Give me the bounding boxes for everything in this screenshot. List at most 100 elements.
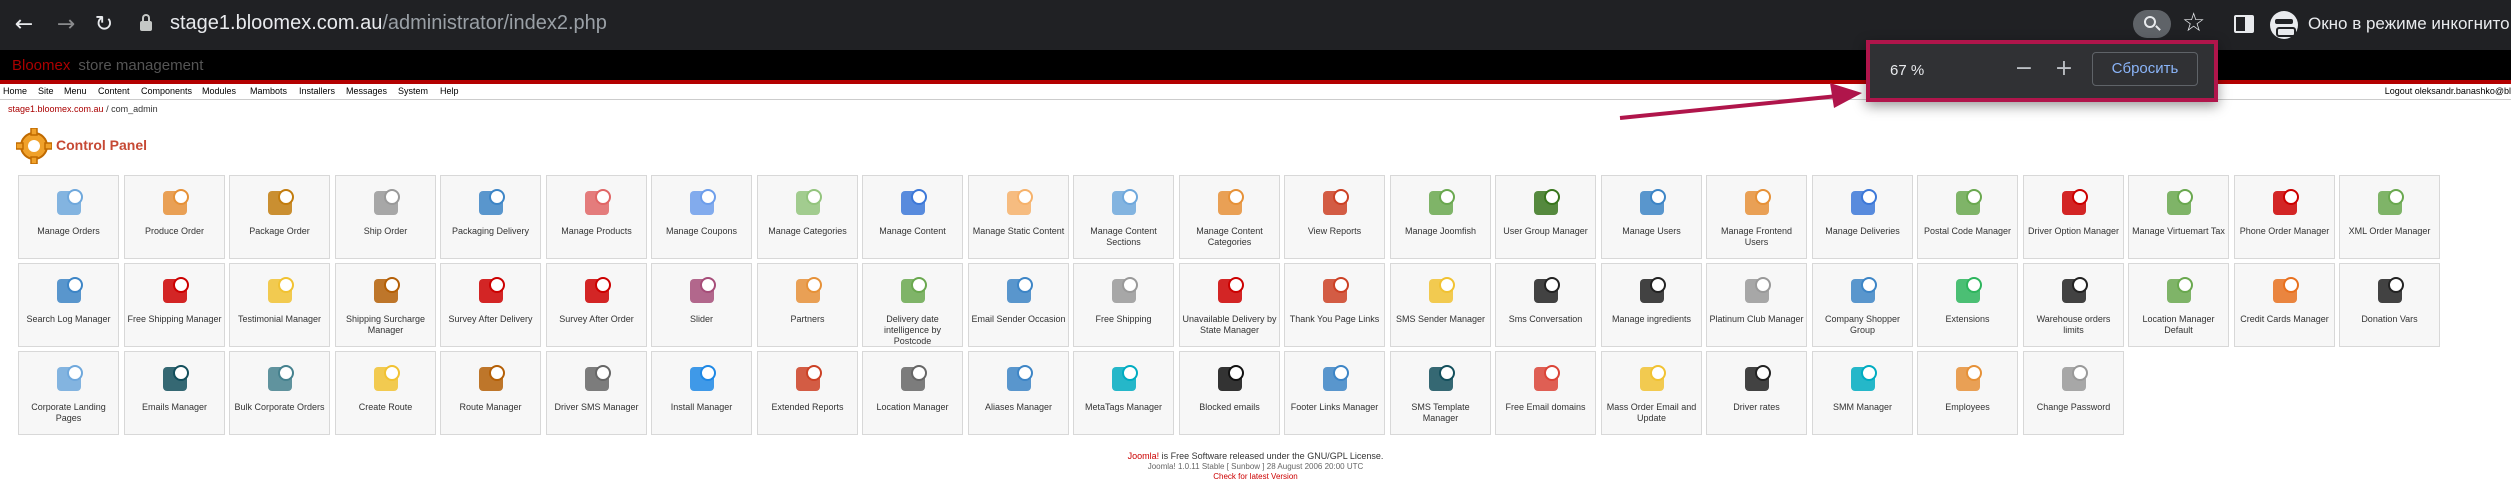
tile-credit-card[interactable]: Credit Cards Manager (2234, 263, 2335, 347)
tile-extensions-phone[interactable]: Extensions (1917, 263, 2018, 347)
tile-emails[interactable]: Emails Manager (124, 351, 225, 435)
menu-content[interactable]: Content (98, 86, 130, 96)
menu-installers[interactable]: Installers (299, 86, 335, 96)
tile-search-log[interactable]: Search Log Manager (18, 263, 119, 347)
tile-metatags[interactable]: MetaTags Manager (1073, 351, 1174, 435)
tile-bulk-orders[interactable]: Bulk Corporate Orders (229, 351, 330, 435)
tile-frontend-users[interactable]: Manage Frontend Users (1706, 175, 1807, 259)
reload-icon[interactable]: ↻ (88, 9, 120, 41)
tile-mass-email[interactable]: Mass Order Email and Update (1601, 351, 1702, 435)
tile-phone[interactable]: Phone Order Manager (2234, 175, 2335, 259)
tile-orders[interactable]: Manage Orders (18, 175, 119, 259)
tile-install[interactable]: Install Manager (651, 351, 752, 435)
menu-home[interactable]: Home (3, 86, 27, 96)
forward-arrow-icon[interactable]: → (50, 9, 82, 41)
logout-link[interactable]: Logout oleksandr.banashko@bl (2385, 86, 2511, 96)
tile-smm[interactable]: SMM Manager (1812, 351, 1913, 435)
tile-corporate[interactable]: Corporate Landing Pages (18, 351, 119, 435)
menu-mambots[interactable]: Mambots (250, 86, 287, 96)
zoom-out-button[interactable]: − (2008, 52, 2040, 86)
tile-label: Search Log Manager (26, 314, 111, 324)
tile-joomfish[interactable]: Manage Joomfish (1390, 175, 1491, 259)
tile-survey-delivery[interactable]: Survey After Delivery (440, 263, 541, 347)
tile-users[interactable]: Manage Users (1601, 175, 1702, 259)
tile-employees[interactable]: Employees (1917, 351, 2018, 435)
tile-categories[interactable]: Manage Categories (757, 175, 858, 259)
address-bar[interactable]: stage1.bloomex.com.au/administrator/inde… (170, 12, 607, 35)
tile-delivery-date[interactable]: Delivery date intelligence by Postcode (862, 263, 963, 347)
menu-system[interactable]: System (398, 86, 428, 96)
tile-link[interactable]: Footer Links Manager (1284, 351, 1385, 435)
tile-content-categories[interactable]: Manage Content Categories (1179, 175, 1280, 259)
tile-platinum-club[interactable]: Platinum Club Manager (1706, 263, 1807, 347)
tile-books[interactable]: Packaging Delivery (440, 175, 541, 259)
tile-company-group[interactable]: Company Shopper Group (1812, 263, 1913, 347)
employees-icon (1956, 365, 1982, 391)
incognito-icon[interactable] (2270, 11, 2298, 39)
tile-calendar[interactable]: Manage Deliveries (1812, 175, 1913, 259)
bookmark-star-icon[interactable]: ☆ (2182, 8, 2205, 38)
tile-reports[interactable]: View Reports (1284, 175, 1385, 259)
handshake-icon (796, 277, 822, 303)
phone-icon (2273, 189, 2299, 215)
tile-slider[interactable]: Slider (651, 263, 752, 347)
tile-static-content[interactable]: Manage Static Content (968, 175, 1069, 259)
tile-blocked-emails[interactable]: Blocked emails (1179, 351, 1280, 435)
tile-products[interactable]: Manage Products (546, 175, 647, 259)
back-arrow-icon[interactable]: ← (8, 9, 40, 41)
menu-messages[interactable]: Messages (346, 86, 387, 96)
tile-handshake[interactable]: Partners (757, 263, 858, 347)
zoom-indicator-icon[interactable] (2133, 10, 2171, 38)
tile-free-shipping[interactable]: Free Shipping Manager (124, 263, 225, 347)
tile-sms-template[interactable]: SMS Template Manager (1390, 351, 1491, 435)
tile-list-circle[interactable]: Donation Vars (2339, 263, 2440, 347)
lock-icon[interactable] (140, 14, 152, 32)
tile-survey-order[interactable]: Survey After Order (546, 263, 647, 347)
tile-checklist[interactable]: Warehouse orders limits (2023, 263, 2124, 347)
tile-pencil[interactable]: Testimonial Manager (229, 263, 330, 347)
tile-route[interactable]: Create Route (335, 351, 436, 435)
tile-car[interactable]: Driver Option Manager (2023, 175, 2124, 259)
menu-components[interactable]: Components (141, 86, 192, 96)
tile-location-default[interactable]: Location Manager Default (2128, 263, 2229, 347)
tile-truck[interactable]: Ship Order (335, 175, 436, 259)
tile-key[interactable]: Change Password (2023, 351, 2124, 435)
menu-help[interactable]: Help (440, 86, 459, 96)
tile-label: Location Manager (876, 402, 949, 412)
tile-thank-you[interactable]: Thank You Page Links (1284, 263, 1385, 347)
tile-dollar[interactable]: Manage Virtuemart Tax (2128, 175, 2229, 259)
metatags-icon (1112, 365, 1138, 391)
tile-content[interactable]: Manage Content (862, 175, 963, 259)
menu-modules[interactable]: Modules (202, 86, 236, 96)
tile-email-sender[interactable]: Email Sender Occasion (968, 263, 1069, 347)
breadcrumb-site[interactable]: stage1.bloomex.com.au (8, 104, 104, 114)
tile-gmail[interactable]: Free Email domains (1495, 351, 1596, 435)
incognito-label[interactable]: Окно в режиме инкогнито (2308, 14, 2510, 34)
side-panel-icon[interactable] (2234, 15, 2254, 33)
footer-joomla-link[interactable]: Joomla! (1128, 451, 1160, 461)
tile-driver-rates[interactable]: Driver rates (1706, 351, 1807, 435)
tile-package[interactable]: Package Order (229, 175, 330, 259)
tile-location[interactable]: Location Manager (862, 351, 963, 435)
footer-check-version-link[interactable]: Check for latest Version (0, 472, 2511, 481)
tile-coupons[interactable]: Manage Coupons (651, 175, 752, 259)
tile-aliases[interactable]: Aliases Manager (968, 351, 1069, 435)
zoom-reset-button[interactable]: Сбросить (2092, 52, 2198, 86)
menu-site[interactable]: Site (38, 86, 54, 96)
tile-ingredients-list[interactable]: Manage ingredients (1601, 263, 1702, 347)
tile-produce-order[interactable]: Produce Order (124, 175, 225, 259)
tile-postal-code[interactable]: Postal Code Manager (1917, 175, 2018, 259)
tile-extended-reports[interactable]: Extended Reports (757, 351, 858, 435)
tile-user-group[interactable]: User Group Manager (1495, 175, 1596, 259)
tile-sections[interactable]: Manage Content Sections (1073, 175, 1174, 259)
tile-box[interactable]: Shipping Surcharge Manager (335, 263, 436, 347)
tile-xml[interactable]: XML Order Manager (2339, 175, 2440, 259)
tile-sms-sender[interactable]: SMS Sender Manager (1390, 263, 1491, 347)
zoom-in-button[interactable]: + (2048, 52, 2080, 86)
tile-driver-sms[interactable]: Driver SMS Manager (546, 351, 647, 435)
tile-route-manager[interactable]: Route Manager (440, 351, 541, 435)
tile-sms-conversation[interactable]: Sms Conversation (1495, 263, 1596, 347)
tile-unavailable-delivery[interactable]: Unavailable Delivery by State Manager (1179, 263, 1280, 347)
menu-menu[interactable]: Menu (64, 86, 87, 96)
tile-free-truck[interactable]: Free Shipping (1073, 263, 1174, 347)
